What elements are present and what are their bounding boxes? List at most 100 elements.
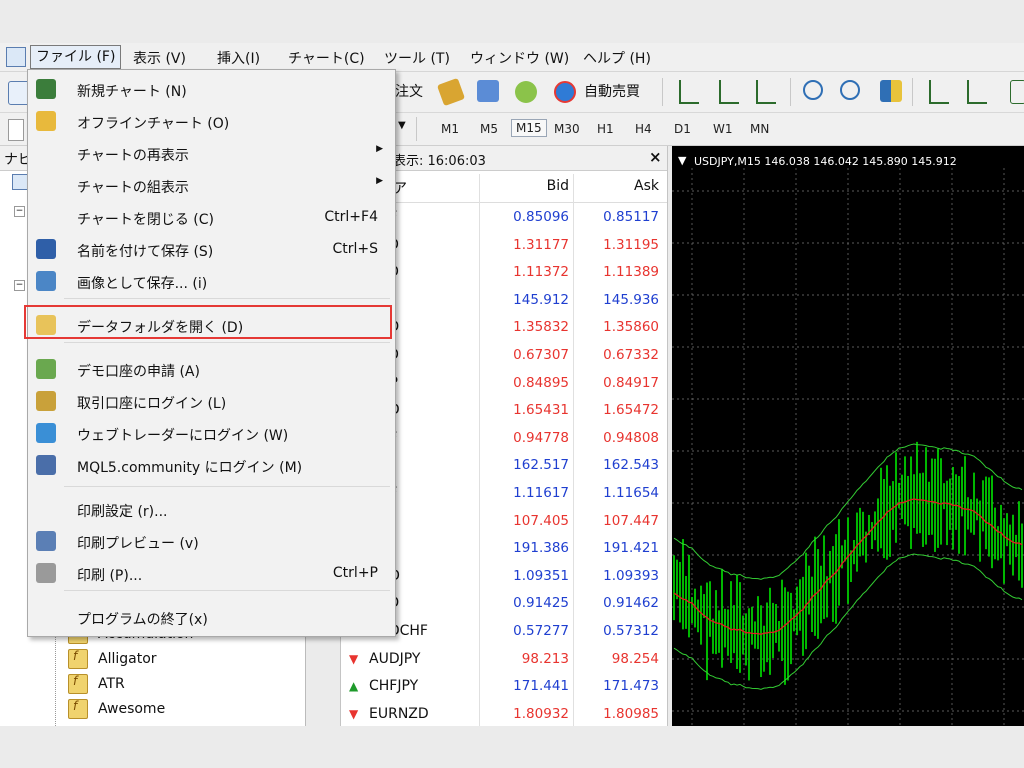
- bid-cell: 0.94778: [513, 429, 569, 446]
- bid-cell: 98.213: [521, 650, 569, 667]
- timeframe-h1-button[interactable]: H1: [593, 121, 618, 137]
- tree-collapse-icon[interactable]: −: [14, 206, 25, 217]
- table-row[interactable]: ▼ EURNZD 1.80932 1.80985: [341, 701, 667, 729]
- bar-chart-icon[interactable]: [679, 80, 699, 104]
- auto-trading-button[interactable]: 自動売買: [584, 81, 640, 101]
- line-chart-icon[interactable]: [756, 80, 776, 104]
- ask-cell: 1.31195: [603, 236, 659, 253]
- column-ask[interactable]: Ask: [634, 178, 659, 194]
- file-menu-item[interactable]: 印刷プレビュー (v): [28, 526, 395, 556]
- table-row[interactable]: ▲ CHFJPY 171.441 171.473: [341, 673, 667, 701]
- terminal-tree-icon: [12, 174, 28, 190]
- demo-account-icon: [36, 359, 56, 379]
- file-menu-item[interactable]: 新規チャート (N): [28, 74, 395, 104]
- menu-view[interactable]: 表示 (V): [133, 48, 186, 68]
- file-menu-item-shortcut: Ctrl+P: [332, 565, 378, 581]
- file-menu-item-label: チャートの再表示: [77, 148, 189, 164]
- bid-cell: 162.517: [513, 457, 569, 474]
- symbol-cell: AUDJPY: [369, 650, 421, 667]
- bid-cell: 1.09351: [513, 567, 569, 584]
- new-order-button[interactable]: 注文: [395, 81, 423, 101]
- ask-cell: 0.67332: [603, 347, 659, 363]
- login-icon: [36, 391, 56, 411]
- bid-cell: 1.65431: [513, 402, 569, 419]
- menu-file[interactable]: ファイル (F): [30, 45, 122, 69]
- zoom-out-icon[interactable]: [840, 80, 860, 100]
- auto-trading-icon[interactable]: [554, 81, 576, 103]
- file-menu-item[interactable]: オフラインチャート (O): [28, 106, 395, 136]
- metaeditor-icon[interactable]: [436, 77, 466, 107]
- file-menu-item[interactable]: チャートの組表示 ▶: [28, 170, 395, 200]
- file-menu-item[interactable]: 印刷 (P)... Ctrl+P: [28, 558, 395, 588]
- arrow-down-icon: ▼: [349, 706, 359, 721]
- chart-shift-icon[interactable]: [967, 80, 987, 104]
- file-menu-item[interactable]: 取引口座にログイン (L): [28, 386, 395, 416]
- chart-window[interactable]: ▼ USDJPY,M15 146.038 146.042 145.890 145…: [672, 146, 1024, 726]
- bid-cell: 1.11372: [513, 264, 569, 281]
- file-menu-item[interactable]: チャートを閉じる (C) Ctrl+F4: [28, 202, 395, 232]
- menu-help[interactable]: ヘルプ (H): [583, 48, 651, 68]
- ask-cell: 0.57312: [603, 623, 659, 639]
- timeframe-w1-button[interactable]: W1: [709, 121, 737, 137]
- menu-tools[interactable]: ツール (T): [384, 48, 450, 68]
- terminal-icon[interactable]: [477, 80, 499, 102]
- file-menu-item[interactable]: ウェブトレーダーにログイン (W): [28, 418, 395, 448]
- menu-chart[interactable]: チャート(C): [288, 48, 365, 68]
- market-watch-title: 表示: 16:06:03: [393, 154, 486, 169]
- menu-bar: ファイル (F) 表示 (V) 挿入(I) チャート(C) ツール (T) ウィ…: [0, 43, 1024, 72]
- candlestick-icon[interactable]: [719, 80, 739, 104]
- tree-collapse-icon[interactable]: −: [14, 280, 25, 291]
- table-row[interactable]: ▼ AUDJPY 98.213 98.254: [341, 646, 667, 674]
- timeframe-h4-button[interactable]: H4: [631, 121, 656, 137]
- file-menu-item[interactable]: 名前を付けて保存 (S) Ctrl+S: [28, 234, 395, 264]
- indicator-label: Awesome: [98, 701, 166, 717]
- file-menu-item-label: オフラインチャート (O): [77, 116, 230, 132]
- zoom-in-icon[interactable]: [803, 80, 823, 100]
- auto-scroll-icon[interactable]: [929, 80, 949, 104]
- price-chart[interactable]: [672, 146, 1024, 726]
- file-menu-item[interactable]: プログラムの終了(x): [28, 602, 395, 632]
- file-menu-item-label: デモ口座の申請 (A): [77, 364, 200, 380]
- menu-insert[interactable]: 挿入(I): [217, 48, 260, 68]
- timeframe-m1-button[interactable]: M1: [437, 121, 463, 137]
- ask-cell: 107.447: [603, 512, 659, 529]
- web-trader-icon: [36, 423, 56, 443]
- close-icon[interactable]: ×: [649, 148, 662, 166]
- timeframe-m30-button[interactable]: M30: [550, 121, 584, 137]
- column-bid[interactable]: Bid: [547, 178, 569, 194]
- file-menu-item-label: 取引口座にログイン (L): [77, 396, 227, 412]
- bid-cell: 171.441: [513, 678, 569, 695]
- file-menu-item-label: MQL5.community にログイン (M): [77, 460, 303, 476]
- signals-icon[interactable]: [515, 81, 537, 103]
- menu-window[interactable]: ウィンドウ (W): [470, 48, 569, 68]
- print-preview-icon: [36, 531, 56, 551]
- bid-cell: 1.31177: [513, 236, 569, 253]
- bid-cell: 191.386: [513, 540, 569, 557]
- tile-windows-icon[interactable]: [880, 80, 902, 102]
- timeframe-m15-button[interactable]: M15: [511, 119, 547, 137]
- indicator-item[interactable]: Alligator: [68, 649, 157, 669]
- file-menu-item-label: 新規チャート (N): [77, 84, 187, 100]
- timeframe-d1-button[interactable]: D1: [670, 121, 695, 137]
- bid-cell: 0.57277: [513, 623, 569, 639]
- symbol-cell: CHFJPY: [369, 678, 419, 695]
- ask-cell: 1.80985: [603, 705, 659, 722]
- submenu-arrow-icon: ▶: [376, 144, 383, 154]
- cursor-tool-icon[interactable]: [8, 119, 24, 141]
- file-menu-item[interactable]: MQL5.community にログイン (M): [28, 450, 395, 480]
- indicator-item[interactable]: ATR: [68, 674, 125, 694]
- chevron-down-icon[interactable]: ▼: [398, 120, 406, 131]
- indicator-item[interactable]: Awesome: [68, 699, 165, 719]
- file-menu-item-label: 印刷 (P)...: [77, 568, 143, 584]
- file-menu-item[interactable]: 画像として保存... (i): [28, 266, 395, 296]
- ask-cell: 0.84917: [603, 374, 659, 391]
- file-menu-item[interactable]: 印刷設定 (r)...: [28, 494, 395, 524]
- save-image-icon: [36, 271, 56, 291]
- chart-header: USDJPY,M15 146.038 146.042 145.890 145.9…: [694, 155, 957, 168]
- file-menu-item[interactable]: チャートの再表示 ▶: [28, 138, 395, 168]
- file-menu-item-shortcut: Ctrl+F4: [324, 209, 378, 225]
- file-menu-item[interactable]: デモ口座の申請 (A): [28, 354, 395, 384]
- indicators-icon[interactable]: [1010, 80, 1024, 104]
- timeframe-m5-button[interactable]: M5: [476, 121, 502, 137]
- timeframe-mn-button[interactable]: MN: [746, 121, 773, 137]
